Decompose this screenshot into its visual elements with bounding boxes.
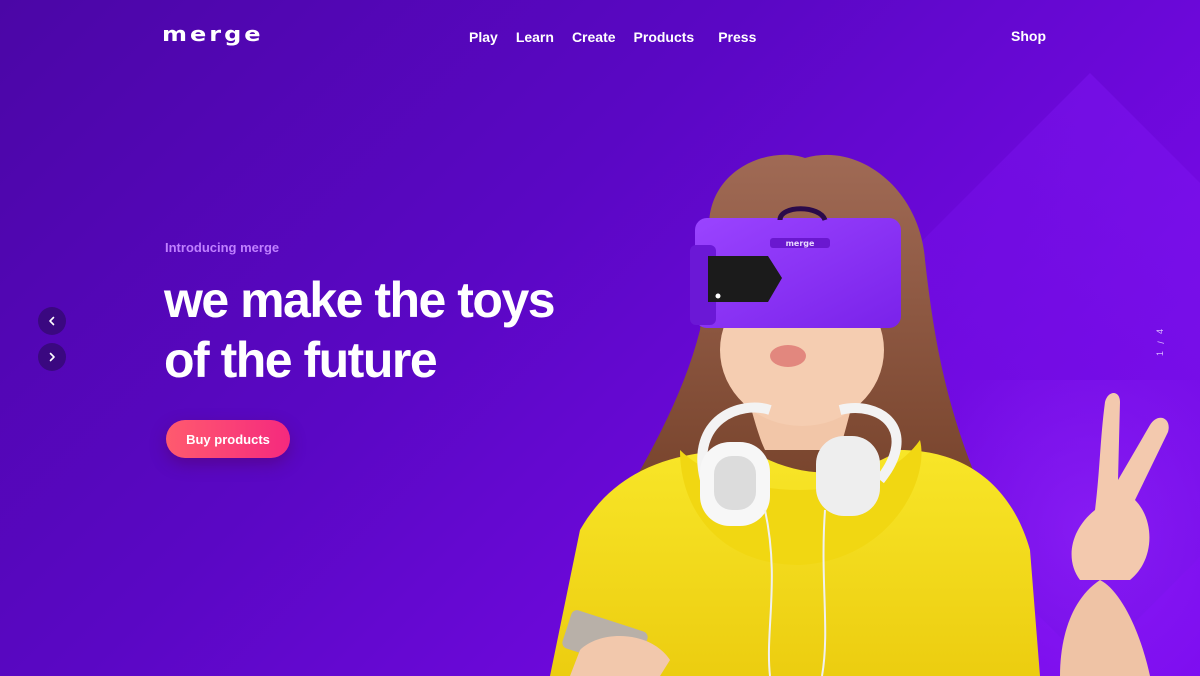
slider-prev-button[interactable] (38, 307, 66, 335)
hero-person-image: merge (550, 154, 1169, 676)
brand-logo[interactable]: merge (162, 24, 264, 44)
nav-learn[interactable]: Learn (516, 28, 554, 46)
chevron-right-icon (49, 352, 55, 362)
main-nav: Play Learn Create Products Press (469, 28, 774, 46)
chevron-left-icon (49, 316, 55, 326)
slider-next-button[interactable] (38, 343, 66, 371)
buy-products-button[interactable]: Buy products (166, 420, 290, 458)
nav-play[interactable]: Play (469, 28, 498, 46)
hero-intro: Introducing merge (165, 240, 280, 255)
nav-press[interactable]: Press (718, 28, 756, 46)
shop-link[interactable]: Shop (1011, 27, 1046, 45)
nav-create[interactable]: Create (572, 28, 616, 46)
headset-logo: merge (786, 239, 815, 248)
nav-products[interactable]: Products (634, 28, 695, 46)
